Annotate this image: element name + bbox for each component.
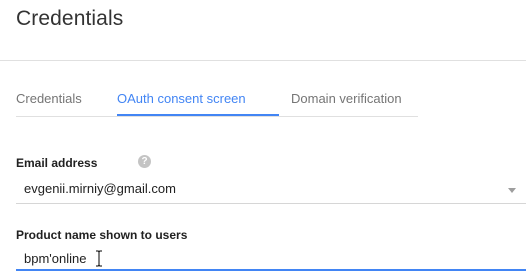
tab-oauth-consent-screen[interactable]: OAuth consent screen (117, 91, 246, 106)
active-tab-indicator (117, 114, 279, 116)
email-address-label: Email address (16, 156, 98, 170)
email-address-value: evgenii.mirniy@gmail.com (24, 181, 176, 196)
product-name-label: Product name shown to users (16, 228, 188, 242)
product-name-input[interactable] (16, 247, 526, 271)
tab-domain-verification[interactable]: Domain verification (291, 91, 402, 106)
header-divider (0, 60, 526, 61)
tab-bar: Credentials OAuth consent screen Domain … (16, 86, 418, 117)
help-icon[interactable]: ? (138, 155, 151, 168)
tab-credentials[interactable]: Credentials (16, 91, 82, 106)
text-cursor-icon (96, 250, 102, 267)
email-address-select[interactable]: evgenii.mirniy@gmail.com (16, 175, 526, 204)
chevron-down-icon (508, 188, 516, 193)
page-title: Credentials (16, 7, 124, 30)
